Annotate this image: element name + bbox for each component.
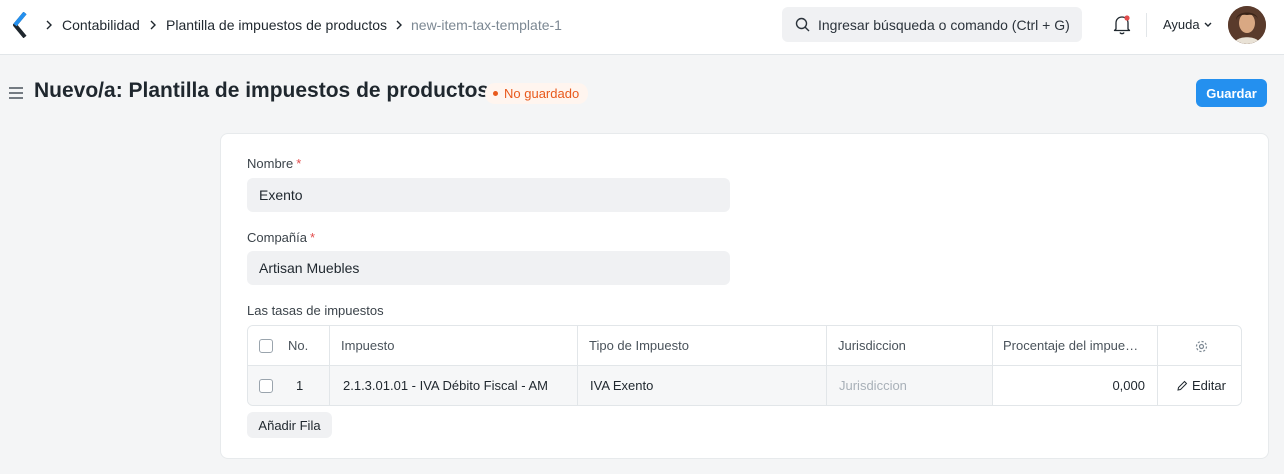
chevron-right-icon — [150, 20, 156, 30]
row-checkbox[interactable] — [259, 379, 273, 393]
tax-cell[interactable]: 2.1.3.01.01 - IVA Débito Fiscal - AM — [330, 366, 578, 405]
navbar: Contabilidad Plantilla de impuestos de p… — [0, 0, 1284, 55]
search-icon — [795, 17, 810, 32]
add-row-button[interactable]: Añadir Fila — [247, 412, 332, 438]
jurisdiction-cell[interactable]: Jurisdiccion — [827, 366, 993, 405]
user-avatar[interactable] — [1228, 6, 1266, 44]
column-header-tax-type: Tipo de Impuesto — [578, 326, 827, 366]
chevron-right-icon — [396, 20, 402, 30]
breadcrumb-item-tax-template[interactable]: Plantilla de impuestos de productos — [166, 17, 387, 33]
required-mark: * — [309, 230, 316, 245]
page-title: Nuevo/a: Plantilla de impuestos de produ… — [34, 79, 490, 102]
gear-icon[interactable] — [1194, 339, 1209, 354]
search-bar[interactable]: Ingresar búsqueda o comando (Ctrl + G) — [782, 7, 1082, 42]
search-input[interactable]: Ingresar búsqueda o comando (Ctrl + G) — [818, 17, 1070, 33]
app-logo-icon[interactable] — [12, 12, 28, 38]
name-label-text: Nombre — [247, 156, 294, 171]
help-menu-button[interactable]: Ayuda — [1163, 17, 1200, 32]
company-field[interactable]: Artisan Muebles — [247, 251, 730, 285]
edit-row-button[interactable]: Editar — [1192, 366, 1226, 405]
table-header-row: No. Impuesto Tipo de Impuesto Jurisdicci… — [248, 326, 1241, 366]
company-label-text: Compañía — [247, 230, 307, 245]
tax-rates-table: No. Impuesto Tipo de Impuesto Jurisdicci… — [247, 325, 1242, 406]
save-button[interactable]: Guardar — [1196, 79, 1267, 107]
tax-type-cell[interactable]: IVA Exento — [578, 366, 827, 405]
navbar-divider — [1146, 13, 1147, 37]
name-field[interactable]: Exento — [247, 178, 730, 212]
header-select-cell: No. — [248, 326, 330, 366]
company-label: Compañía * — [247, 230, 315, 245]
breadcrumb-current: new-item-tax-template-1 — [411, 17, 562, 33]
sidebar-toggle-icon[interactable] — [8, 86, 24, 100]
name-label: Nombre * — [247, 156, 301, 171]
chevron-right-icon — [46, 20, 52, 30]
tax-rate-cell[interactable]: 0,000 — [993, 366, 1158, 405]
notification-bell-icon[interactable] — [1112, 14, 1132, 36]
breadcrumb-accounting[interactable]: Contabilidad — [62, 17, 140, 33]
column-header-percentage: Procentaje del impue… — [993, 326, 1158, 366]
chevron-down-icon — [1204, 22, 1212, 27]
column-header-tax: Impuesto — [330, 326, 578, 366]
column-header-no: No. — [288, 338, 309, 353]
tax-rates-label: Las tasas de impuestos — [247, 303, 384, 318]
avatar-image-icon — [1228, 6, 1266, 44]
pencil-icon[interactable] — [1176, 380, 1188, 392]
row-number: 1 — [296, 378, 304, 393]
column-header-jurisdiction: Jurisdiccion — [827, 326, 993, 366]
select-all-checkbox[interactable] — [259, 339, 273, 353]
form-card: Nombre * Exento Compañía * Artisan Muebles… — [220, 133, 1269, 459]
row-select-cell: 1 — [248, 366, 330, 405]
status-badge: No guardado — [485, 83, 589, 104]
required-mark: * — [296, 156, 302, 171]
table-row[interactable]: 1 2.1.3.01.01 - IVA Débito Fiscal - AM I… — [248, 366, 1241, 405]
